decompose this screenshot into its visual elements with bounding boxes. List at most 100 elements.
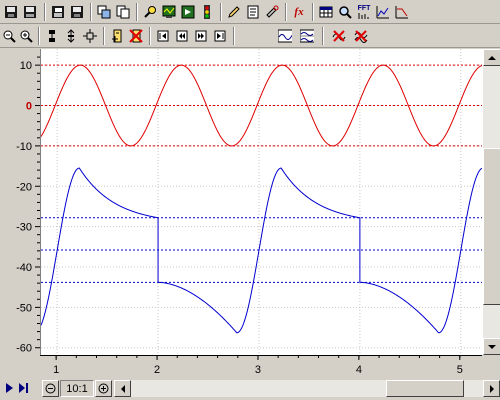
toolbar-separator — [220, 3, 222, 21]
y-tick-label: -10 — [16, 141, 32, 153]
scroll-up-button[interactable] — [483, 49, 500, 66]
scroll-left-button[interactable] — [114, 380, 131, 397]
waveform-icon — [278, 29, 292, 43]
delete-all-icon — [354, 29, 368, 43]
vertical-scrollbar[interactable] — [482, 49, 500, 355]
delete-cursor-button[interactable] — [127, 27, 145, 45]
skip-last-icon — [213, 29, 227, 43]
go-to-end-button[interactable] — [17, 381, 31, 395]
edit-button[interactable] — [225, 3, 243, 21]
waveform-stack-icon — [300, 29, 314, 43]
delete-all-traces-button[interactable] — [352, 27, 370, 45]
add-cursor-button[interactable] — [108, 27, 126, 45]
export-button[interactable] — [179, 3, 197, 21]
function-icon: fx — [294, 6, 304, 18]
copy-button[interactable] — [49, 3, 67, 21]
minus-circle-icon — [45, 383, 56, 394]
x-tick-label: 1 — [53, 364, 59, 376]
skip-end-icon — [19, 383, 28, 393]
traffic-light-button[interactable] — [198, 3, 216, 21]
view-toolbar — [0, 24, 500, 48]
vertical-spread-button[interactable] — [62, 27, 80, 45]
table-button[interactable] — [317, 3, 335, 21]
zoom-minus-button[interactable] — [42, 380, 59, 397]
y-tick-label: -50 — [16, 302, 32, 314]
toolbar-separator — [103, 27, 105, 45]
edit-icon — [227, 5, 241, 19]
function-button[interactable]: fx — [290, 3, 308, 21]
probe-button[interactable] — [141, 3, 159, 21]
vertical-fit-button[interactable] — [43, 27, 61, 45]
x-axis: 1 2 3 4 5 — [40, 355, 482, 377]
plot-area[interactable] — [40, 49, 484, 355]
arrow-right-icon — [489, 384, 494, 393]
y-tick-label: 10 — [20, 60, 32, 72]
last-button[interactable] — [211, 27, 229, 45]
spectrum-button[interactable] — [374, 3, 392, 21]
paste-icon — [116, 5, 130, 19]
y-tick-label: -30 — [16, 222, 32, 234]
toolbar-separator — [322, 27, 324, 45]
toolbar-separator — [38, 27, 40, 45]
save-image-icon — [70, 5, 84, 19]
spectrum-icon — [376, 5, 390, 19]
fit-all-icon — [83, 29, 97, 43]
paste-button[interactable] — [114, 3, 132, 21]
tools-button[interactable] — [263, 3, 281, 21]
horizontal-scroll-thumb[interactable] — [386, 380, 464, 397]
monitor-icon — [162, 5, 176, 19]
monitor-button[interactable] — [160, 3, 178, 21]
horizontal-scrollbar[interactable] — [114, 380, 500, 397]
toolbar-separator — [312, 3, 314, 21]
table-icon — [319, 5, 333, 19]
vertical-scroll-thumb[interactable] — [483, 148, 500, 305]
save-all-icon — [23, 5, 37, 19]
skip-first-icon — [156, 29, 170, 43]
fft-button[interactable]: FFT — [355, 3, 373, 21]
bode-icon — [395, 5, 409, 19]
play-button[interactable] — [2, 381, 16, 395]
zoom-plus-button[interactable] — [95, 380, 112, 397]
rewind-icon — [175, 29, 189, 43]
y-tick-label: 0 — [26, 101, 32, 113]
zoom-in-button[interactable] — [17, 27, 35, 45]
x-tick-label: 5 — [457, 364, 463, 376]
vertical-fit-icon — [45, 29, 59, 43]
fit-all-button[interactable] — [81, 27, 99, 45]
previous-button[interactable] — [173, 27, 191, 45]
zoom-ratio-label: 10:1 — [60, 380, 94, 397]
arrow-up-icon — [488, 55, 496, 60]
add-cursor-icon — [110, 29, 124, 43]
save-all-button[interactable] — [21, 3, 39, 21]
first-button[interactable] — [154, 27, 172, 45]
save-image-button[interactable] — [68, 3, 86, 21]
bottom-bar: 10:1 — [0, 377, 500, 400]
copy-window-button[interactable] — [95, 3, 113, 21]
export-icon — [181, 5, 195, 19]
x-tick-label: 3 — [255, 364, 261, 376]
scroll-right-button[interactable] — [483, 380, 500, 397]
waveform-stack-button[interactable] — [298, 27, 316, 45]
y-axis-svg: 10 0 -10 -20 -30 -40 -50 -60 — [16, 56, 40, 355]
scroll-down-button[interactable] — [483, 338, 500, 355]
fft-label: FFT — [357, 5, 371, 12]
bode-button[interactable] — [393, 3, 411, 21]
next-button[interactable] — [192, 27, 210, 45]
arrow-down-icon — [488, 344, 496, 349]
delete-trace-icon — [332, 29, 346, 43]
waveform-view-button[interactable] — [276, 27, 294, 45]
zoom-in-icon — [19, 29, 33, 43]
probe-icon — [143, 5, 157, 19]
y-tick-label: -20 — [16, 181, 32, 193]
magnifier-button[interactable] — [336, 3, 354, 21]
toolbar-separator — [90, 3, 92, 21]
y-tick-label: -60 — [16, 343, 32, 355]
delete-trace-button[interactable] — [330, 27, 348, 45]
save-icon — [4, 5, 18, 19]
chart-svg — [40, 49, 484, 355]
save-button[interactable] — [2, 3, 20, 21]
toolbar-separator — [44, 3, 46, 21]
notes-icon — [246, 5, 260, 19]
notes-button[interactable] — [244, 3, 262, 21]
zoom-out-button[interactable] — [0, 27, 18, 45]
